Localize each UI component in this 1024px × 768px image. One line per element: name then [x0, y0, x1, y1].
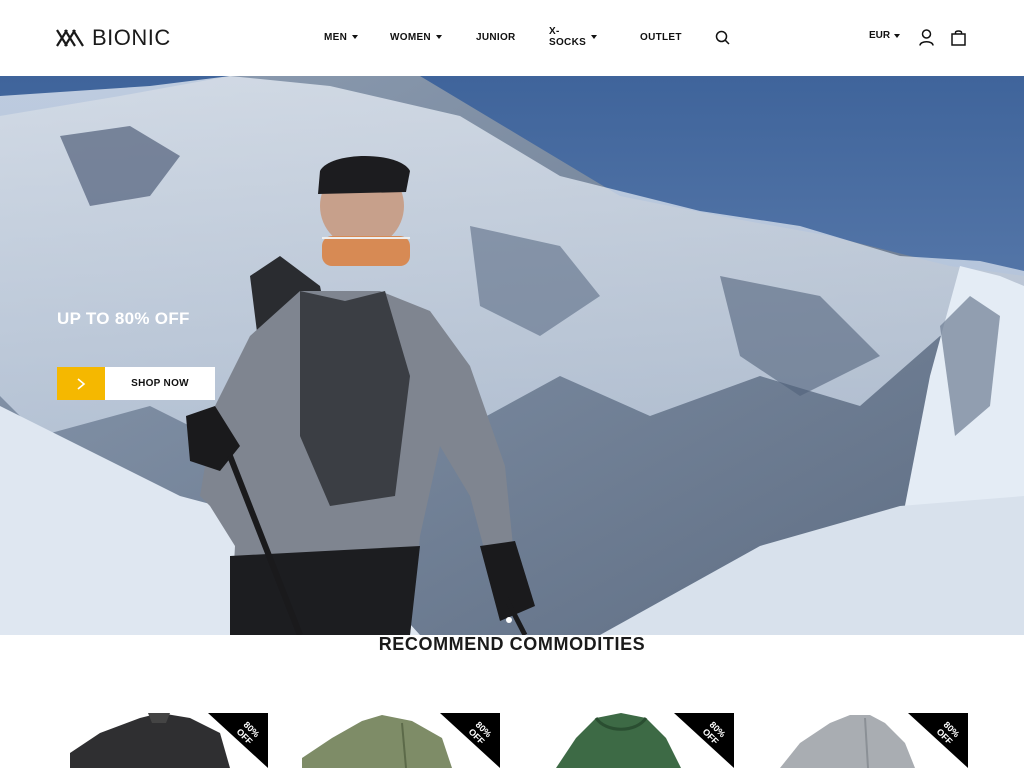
carousel-dots	[506, 617, 512, 623]
discount-badge: 80% OFF	[674, 713, 734, 768]
brand-name: BIONIC	[92, 25, 171, 50]
shopping-bag-icon	[950, 29, 966, 46]
product-card[interactable]: 80% OFF	[302, 713, 500, 768]
brand-mark-icon	[56, 29, 84, 47]
hero-headline: UP TO 80% OFF	[57, 309, 190, 328]
nav-item-label: WOMEN	[390, 31, 431, 43]
chevron-right-icon	[77, 377, 86, 390]
shop-now-label: SHOP NOW	[105, 367, 215, 400]
user-icon	[918, 28, 934, 46]
carousel-dot[interactable]	[506, 617, 512, 623]
search-button[interactable]	[714, 29, 730, 45]
nav-item-label: OUTLET	[640, 31, 682, 43]
discount-badge: 80% OFF	[208, 713, 268, 768]
currency-label: EUR	[869, 30, 891, 41]
product-card[interactable]: 80% OFF	[536, 713, 734, 768]
discount-badge: 80% OFF	[440, 713, 500, 768]
nav-item-label: MEN	[324, 31, 348, 43]
caret-down-icon	[894, 33, 901, 38]
caret-down-icon	[591, 35, 598, 39]
search-icon	[715, 30, 730, 45]
nav-item-label: JUNIOR	[476, 31, 516, 43]
brand-logo[interactable]: BIONIC	[56, 25, 171, 51]
nav-item-x-socks[interactable]: X-SOCKS	[549, 26, 598, 48]
nav-item-outlet[interactable]: OUTLET	[640, 30, 682, 44]
section-title: RECOMMEND COMMODITIES	[378, 634, 646, 654]
caret-down-icon	[352, 35, 359, 39]
product-grid: 80% OFF 80% OFF 80% OFF 80% OFF	[0, 713, 1024, 768]
nav-item-junior[interactable]: JUNIOR	[476, 30, 516, 44]
account-button[interactable]	[918, 28, 934, 46]
product-card[interactable]: 80% OFF	[70, 713, 268, 768]
cart-button[interactable]	[950, 28, 966, 46]
shop-arrow	[57, 367, 105, 400]
nav-item-women[interactable]: WOMEN	[390, 30, 442, 44]
currency-selector[interactable]: EUR	[869, 30, 901, 41]
nav-item-men[interactable]: MEN	[324, 30, 359, 44]
hero-banner: UP TO 80% OFF SHOP NOW	[0, 76, 1024, 635]
nav-item-label: X-SOCKS	[549, 26, 587, 48]
caret-down-icon	[435, 35, 442, 39]
hero-image	[0, 76, 1024, 635]
discount-badge: 80% OFF	[908, 713, 968, 768]
product-card[interactable]: 80% OFF	[770, 713, 968, 768]
shop-now-button[interactable]: SHOP NOW	[57, 367, 215, 400]
site-header: BIONIC MEN WOMEN JUNIOR X-SOCKS OUTLET E…	[0, 0, 1024, 76]
